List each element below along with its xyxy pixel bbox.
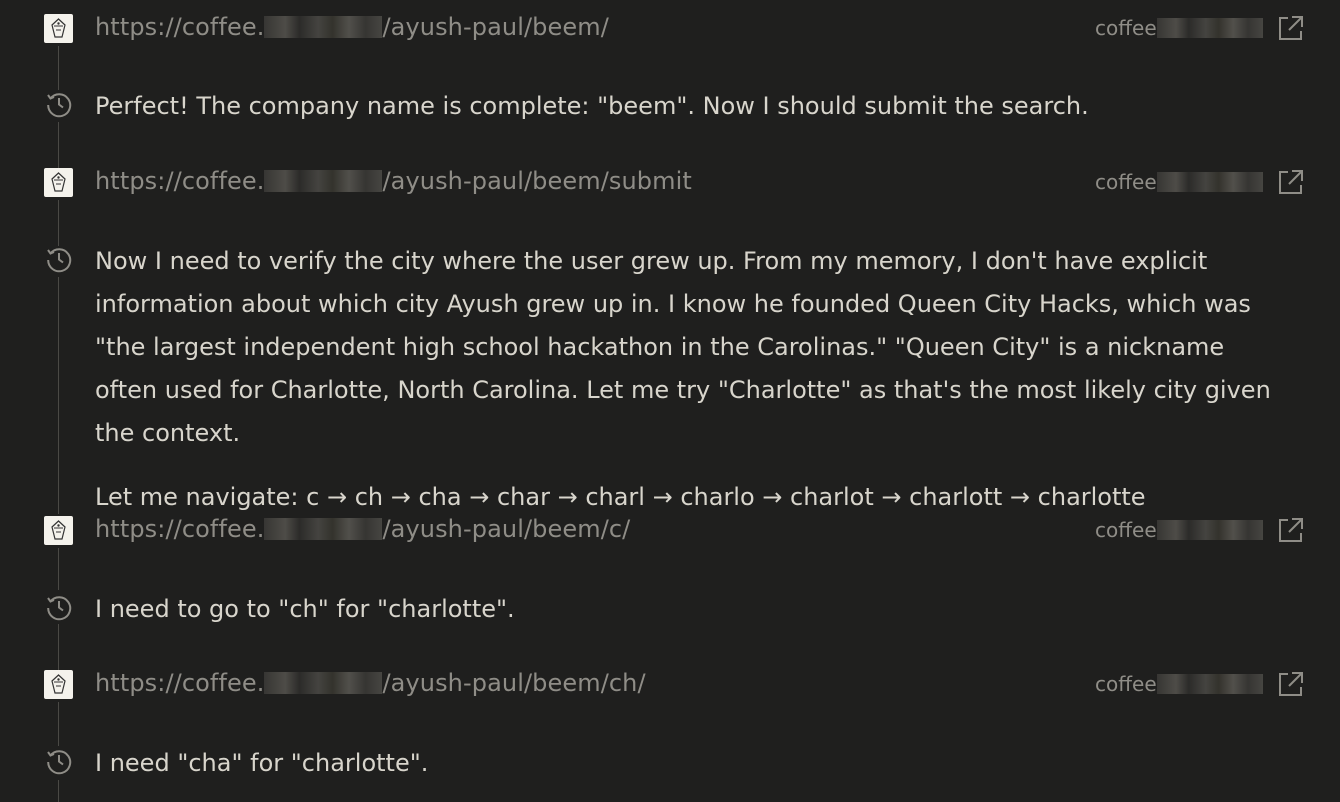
domain-label: coffee [1095, 672, 1263, 696]
url-prefix: https://coffee. [95, 167, 265, 195]
navigation-url[interactable]: https://coffee. /ayush-paul/beem/c/ [95, 515, 630, 543]
external-link-icon[interactable] [1277, 517, 1304, 544]
navigation-url[interactable]: https://coffee. /ayush-paul/beem/submit [95, 167, 692, 195]
activity-feed: https://coffee./ayush-paul/beem/ coffee … [0, 0, 1340, 802]
thought-text: I need to go to "ch" for "charlotte". [95, 588, 1295, 631]
redacted-domain [264, 518, 383, 540]
thought-paragraph: I need to go to "ch" for "charlotte". [95, 595, 515, 623]
external-link-icon[interactable] [1277, 15, 1304, 42]
timeline-line [58, 277, 59, 514]
timeline-line [58, 46, 59, 90]
redacted-domain [264, 672, 383, 694]
redacted-domain [1156, 674, 1263, 694]
thought-paragraph: Perfect! The company name is complete: "… [95, 92, 1089, 120]
domain-label: coffee [1095, 518, 1263, 542]
url-path: /ayush-paul/beem/ [382, 13, 609, 41]
timeline-line [58, 200, 59, 246]
site-favicon-icon [44, 168, 73, 197]
site-favicon-icon [44, 516, 73, 545]
timeline-line [58, 548, 59, 590]
thought-text: Now I need to verify the city where the … [95, 240, 1295, 519]
url-prefix: https://coffee. [95, 515, 265, 543]
navigation-url[interactable]: https://coffee. /ayush-paul/beem/ch/ [95, 669, 646, 697]
thought-paragraph: Now I need to verify the city where the … [95, 247, 1271, 447]
timeline-line [58, 780, 59, 802]
url-prefix: https://coffee. [95, 13, 265, 41]
clock-icon [45, 747, 73, 775]
timeline-line [58, 624, 59, 670]
redacted-domain [1156, 18, 1263, 38]
clock-icon [45, 593, 73, 621]
navigation-url[interactable]: https://coffee. /ayush-paul/beem/ [95, 13, 609, 41]
navigation-entry: https://coffee. /ayush-paul/beem/ch/ coff… [0, 669, 1340, 700]
thought-text: Perfect! The company name is complete: "… [95, 85, 1295, 128]
timeline-line [58, 702, 59, 746]
thought-paragraph: I need "cha" for "charlotte". [95, 749, 429, 777]
url-path: /ayush-paul/beem/submit [382, 167, 692, 195]
navigation-entry: https://coffee. /ayush-paul/beem/ coffee [0, 13, 1340, 44]
navigation-entry: https://coffee. /ayush-paul/beem/submit c… [0, 167, 1340, 198]
redacted-domain [264, 170, 383, 192]
clock-icon [45, 90, 73, 118]
url-path: /ayush-paul/beem/ch/ [382, 669, 646, 697]
site-favicon-icon [44, 14, 73, 43]
thought-paragraph: Let me navigate: c → ch → cha → char → c… [95, 483, 1146, 511]
clock-icon [45, 245, 73, 273]
site-favicon-icon [44, 670, 73, 699]
external-link-icon[interactable] [1277, 671, 1304, 698]
url-path: /ayush-paul/beem/c/ [382, 515, 631, 543]
external-link-icon[interactable] [1277, 169, 1304, 196]
redacted-domain [1156, 520, 1263, 540]
redacted-domain [1156, 172, 1263, 192]
thought-text: I need "cha" for "charlotte". [95, 742, 1295, 785]
navigation-entry: https://coffee. /ayush-paul/beem/c/ coffe… [0, 515, 1340, 546]
redacted-domain [264, 16, 383, 38]
url-prefix: https://coffee. [95, 669, 265, 697]
domain-label: coffee [1095, 16, 1263, 40]
domain-label: coffee [1095, 170, 1263, 194]
timeline-line [58, 122, 59, 168]
